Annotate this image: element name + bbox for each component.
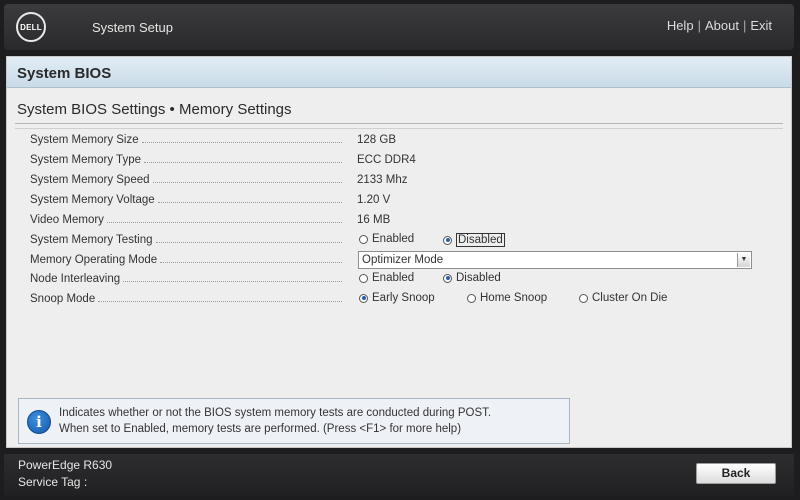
- service-tag: Service Tag :: [18, 475, 87, 489]
- setting-label: Snoop Mode: [30, 293, 342, 305]
- setting-row-snoop-mode: Snoop Mode Early Snoop Home Snoop Cluste…: [7, 290, 791, 310]
- setting-row-memory-size: System Memory Size 128 GB: [7, 131, 791, 151]
- footer-bar: PowerEdge R630 Service Tag : Back: [4, 454, 794, 496]
- setting-label: Video Memory: [30, 214, 342, 226]
- info-icon: i: [27, 410, 51, 434]
- radio-node-interleaving-disabled[interactable]: Disabled: [443, 272, 501, 284]
- label-text: Node Interleaving: [30, 273, 121, 285]
- main-panel: System BIOS System BIOS Settings • Memor…: [6, 56, 792, 448]
- setting-value: ECC DDR4: [357, 154, 416, 166]
- section-header: System BIOS: [7, 57, 791, 88]
- setting-value: 128 GB: [357, 134, 396, 146]
- title-divider: [15, 123, 783, 124]
- exit-link[interactable]: Exit: [750, 18, 772, 33]
- label-text: System Memory Voltage: [30, 194, 155, 206]
- radio-label: Enabled: [372, 233, 415, 245]
- leader-dots: [123, 273, 342, 282]
- leader-dots: [144, 154, 342, 163]
- setting-row-video-memory: Video Memory 16 MB: [7, 211, 791, 231]
- setting-value: 2133 Mhz: [357, 174, 408, 186]
- label-text: Video Memory: [30, 214, 104, 226]
- setting-row-node-interleaving: Node Interleaving Enabled Disabled: [7, 270, 791, 290]
- memory-operating-mode-select[interactable]: Optimizer Mode ▼: [358, 251, 752, 269]
- setting-label: System Memory Voltage: [30, 194, 342, 206]
- setting-label: System Memory Testing: [30, 234, 342, 246]
- top-header-bar: DELL System Setup Help | About | Exit: [4, 4, 794, 50]
- link-separator: |: [742, 18, 747, 33]
- radio-selected-icon: [443, 273, 452, 283]
- back-button[interactable]: Back: [696, 463, 776, 484]
- leader-dots: [155, 234, 342, 243]
- page-title: System BIOS Settings • Memory Settings: [17, 101, 292, 118]
- help-text: Indicates whether or not the BIOS system…: [59, 405, 491, 437]
- setting-row-operating-mode: Memory Operating Mode Optimizer Mode ▼: [7, 251, 791, 271]
- radio-selected-icon: [359, 293, 368, 303]
- table-divider: [15, 128, 783, 129]
- setting-value: 16 MB: [357, 214, 391, 226]
- leader-dots: [141, 134, 342, 143]
- radio-snoop-home[interactable]: Home Snoop: [467, 292, 547, 304]
- radio-unselected-icon: [359, 273, 368, 283]
- top-links: Help | About | Exit: [667, 18, 772, 33]
- dell-logo: DELL: [16, 12, 46, 42]
- section-title: System BIOS: [17, 65, 112, 82]
- radio-memory-testing-enabled[interactable]: Enabled: [359, 233, 414, 245]
- system-model: PowerEdge R630: [18, 458, 113, 472]
- radio-snoop-early[interactable]: Early Snoop: [359, 292, 435, 304]
- label-text: Snoop Mode: [30, 293, 96, 305]
- radio-snoop-cluster-on-die[interactable]: Cluster On Die: [579, 292, 667, 304]
- radio-label: Home Snoop: [480, 292, 548, 304]
- dropdown-arrow-icon[interactable]: ▼: [737, 253, 750, 267]
- help-line-2: When set to Enabled, memory tests are pe…: [59, 423, 462, 435]
- setting-row-memory-type: System Memory Type ECC DDR4: [7, 151, 791, 171]
- help-box: i Indicates whether or not the BIOS syst…: [18, 398, 570, 444]
- help-link[interactable]: Help: [667, 18, 694, 33]
- leader-dots: [160, 254, 342, 263]
- label-text: System Memory Size: [30, 134, 139, 146]
- setting-value: 1.20 V: [357, 194, 391, 206]
- radio-label: Cluster On Die: [592, 292, 668, 304]
- setting-row-memory-voltage: System Memory Voltage 1.20 V: [7, 191, 791, 211]
- label-text: System Memory Speed: [30, 174, 150, 186]
- radio-selected-icon: [443, 235, 452, 245]
- label-text: Memory Operating Mode: [30, 254, 158, 266]
- setting-label: Memory Operating Mode: [30, 254, 342, 266]
- leader-dots: [152, 174, 342, 183]
- leader-dots: [98, 293, 342, 302]
- radio-node-interleaving-enabled[interactable]: Enabled: [359, 272, 414, 284]
- radio-label: Disabled: [456, 233, 505, 247]
- setting-row-memory-speed: System Memory Speed 2133 Mhz: [7, 171, 791, 191]
- help-line-1: Indicates whether or not the BIOS system…: [59, 407, 492, 419]
- setting-label: System Memory Size: [30, 134, 342, 146]
- setting-label: System Memory Speed: [30, 174, 342, 186]
- service-tag-label: Service Tag :: [18, 475, 88, 489]
- radio-label: Disabled: [456, 272, 501, 284]
- radio-unselected-icon: [579, 293, 588, 303]
- radio-label: Enabled: [372, 272, 415, 284]
- radio-unselected-icon: [467, 293, 476, 303]
- setting-label: System Memory Type: [30, 154, 342, 166]
- about-link[interactable]: About: [705, 18, 739, 33]
- radio-unselected-icon: [359, 234, 368, 244]
- leader-dots: [157, 194, 342, 203]
- radio-memory-testing-disabled[interactable]: Disabled: [443, 233, 505, 247]
- select-value: Optimizer Mode: [362, 254, 444, 266]
- leader-dots: [106, 214, 342, 223]
- app-title: System Setup: [92, 20, 173, 35]
- label-text: System Memory Testing: [30, 234, 153, 246]
- setting-label: Node Interleaving: [30, 273, 342, 285]
- setting-row-memory-testing: System Memory Testing Enabled Disabled: [7, 231, 791, 251]
- link-separator: |: [697, 18, 701, 33]
- logo-text: DELL: [20, 22, 42, 32]
- label-text: System Memory Type: [30, 154, 141, 166]
- radio-label: Early Snoop: [372, 292, 435, 304]
